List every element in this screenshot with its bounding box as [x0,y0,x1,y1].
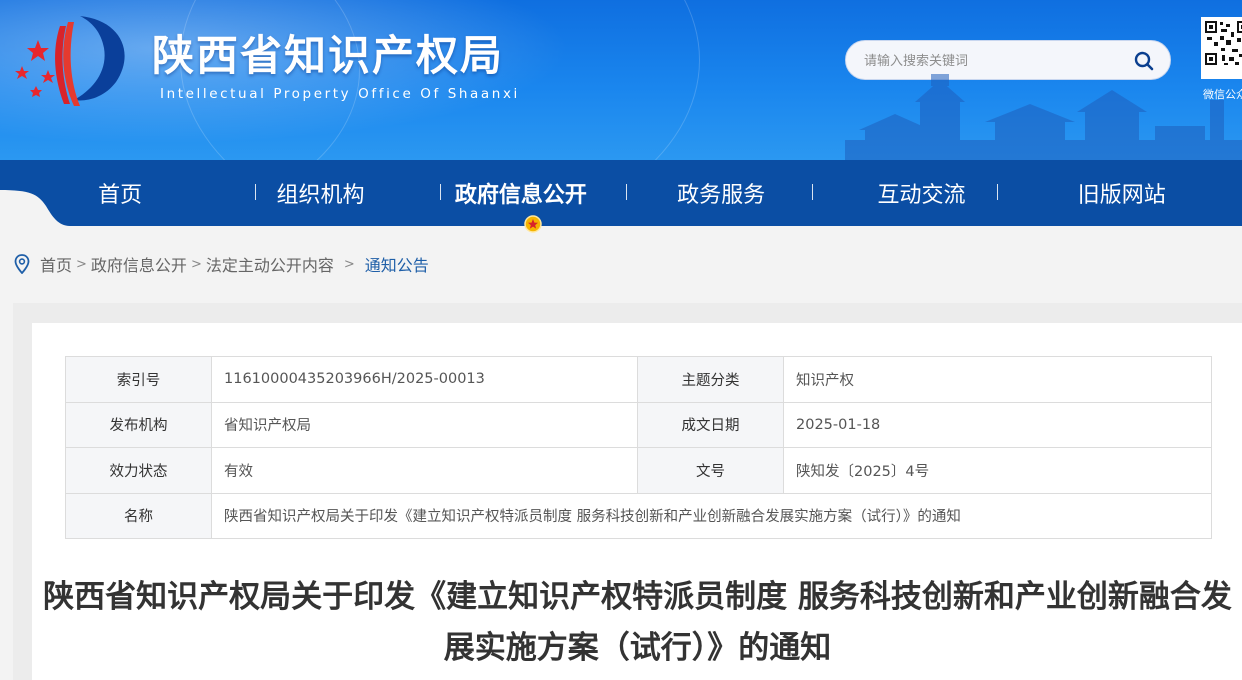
document-metadata-table: 索引号 11610000435203966H/2025-00013 主题分类 知… [65,356,1212,539]
document-title: 陕西省知识产权局关于印发《建立知识产权特派员制度 服务科技创新和产业创新融合发展… [43,579,1232,666]
location-pin-icon [14,254,30,274]
index-number-value: 11610000435203966H/2025-00013 [211,356,638,403]
doc-number-value: 陕知发〔2025〕4号 [783,447,1212,494]
nav-items: 首页 组织机构 政府信息公开 政务服务 互动交流 旧版网站 [20,160,1222,226]
name-value: 陕西省知识产权局关于印发《建立知识产权特派员制度 服务科技创新和产业创新融合发展… [211,492,1212,539]
publisher-label: 发布机构 [65,401,212,448]
breadcrumb-gov-info[interactable]: 政府信息公开 [91,252,187,276]
table-row: 索引号 11610000435203966H/2025-00013 主题分类 知… [65,356,1212,403]
breadcrumb: 首页 > 政府信息公开 > 法定主动公开内容 > 通知公告 [14,252,429,276]
index-number-label: 索引号 [65,356,212,403]
nav-item-gov-info[interactable]: 政府信息公开 [421,160,621,226]
nav-item-services[interactable]: 政务服务 [621,160,821,226]
site-logo-icon[interactable] [8,12,138,107]
site-title: 陕西省知识产权局 [152,31,505,80]
nav-item-home[interactable]: 首页 [20,160,220,226]
breadcrumb-statutory[interactable]: 法定主动公开内容 [206,252,334,276]
header-banner: 陕西省知识产权局 Intellectual Property Office Of… [0,0,1242,160]
nav-divider [440,184,441,200]
breadcrumb-separator-icon: > [190,256,202,272]
date-label: 成文日期 [637,401,784,448]
search-input[interactable] [864,50,1114,72]
qr-code-icon [1204,20,1242,66]
breadcrumb-separator-icon: > [76,256,87,272]
breadcrumb-separator-icon: > [343,256,355,272]
status-value: 有效 [211,447,638,494]
name-label: 名称 [65,492,212,539]
main-nav: 首页 组织机构 政府信息公开 政务服务 互动交流 旧版网站 [0,160,1242,226]
nav-divider [812,184,813,200]
category-label: 主题分类 [637,356,784,403]
active-nav-indicator-icon [524,215,542,233]
table-row: 发布机构 省知识产权局 成文日期 2025-01-18 [65,401,1212,448]
nav-divider [255,184,256,200]
doc-number-label: 文号 [637,447,784,494]
status-label: 效力状态 [65,447,212,494]
nav-item-interaction[interactable]: 互动交流 [821,160,1021,226]
publisher-value: 省知识产权局 [211,401,638,448]
table-row: 名称 陕西省知识产权局关于印发《建立知识产权特派员制度 服务科技创新和产业创新融… [65,492,1212,539]
nav-divider [997,184,998,200]
category-value: 知识产权 [783,356,1212,403]
city-skyline-illustration [845,74,1242,160]
breadcrumb-current[interactable]: 通知公告 [365,252,429,276]
table-row: 效力状态 有效 文号 陕知发〔2025〕4号 [65,447,1212,494]
nav-item-organization[interactable]: 组织机构 [220,160,420,226]
wechat-qr-code [1201,17,1242,79]
site-subtitle: Intellectual Property Office Of Shaanxi [160,86,520,102]
nav-divider [626,184,627,200]
breadcrumb-home[interactable]: 首页 [40,252,72,276]
qr-caption: 微信公众号 [1203,88,1242,101]
nav-item-old-site[interactable]: 旧版网站 [1022,160,1222,226]
date-value: 2025-01-18 [783,401,1212,448]
